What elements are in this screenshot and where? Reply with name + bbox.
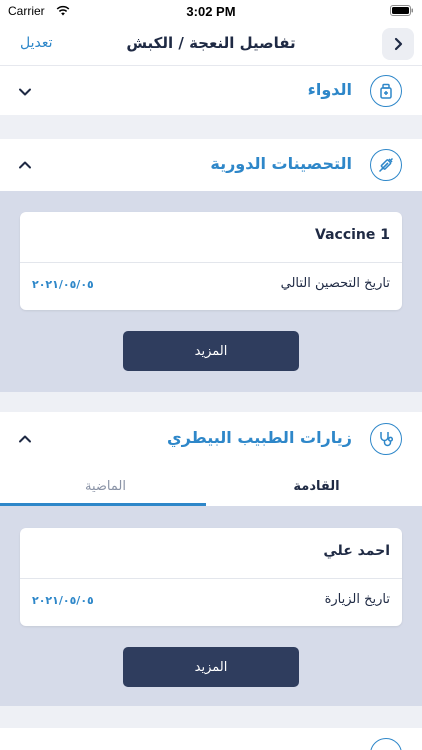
chevron-down-icon[interactable] (18, 87, 32, 97)
section-separator (0, 706, 422, 728)
chevron-right-icon (394, 37, 403, 51)
status-bar: Carrier 3:02 PM (0, 0, 422, 22)
card-divider (20, 578, 402, 579)
section-separator (0, 392, 422, 412)
next-vaccination-date: ٢٠٢١/٠٥/٠٥ (32, 278, 94, 291)
vaccinations-section-header[interactable]: التحصينات الدورية (0, 139, 422, 191)
vaccinations-section-title: التحصينات الدورية (210, 154, 352, 173)
section-icon (370, 738, 402, 750)
vaccinations-more-button[interactable]: المزيد (123, 331, 299, 371)
vet-name: احمد علي (323, 543, 390, 559)
back-button[interactable] (382, 28, 414, 60)
battery-icon (390, 5, 413, 16)
tab-upcoming[interactable]: القادمة (211, 466, 422, 506)
vet-visit-card[interactable]: احمد علي تاريخ الزيارة ٢٠٢١/٠٥/٠٥ (20, 528, 402, 626)
medicine-box-icon (370, 75, 402, 107)
visit-date: ٢٠٢١/٠٥/٠٥ (32, 594, 94, 607)
tab-past[interactable]: الماضية (0, 466, 211, 506)
vet-visits-section-header[interactable]: زيارات الطبيب البيطري (0, 412, 422, 466)
chevron-up-icon[interactable] (18, 434, 32, 444)
vet-visits-section-title: زيارات الطبيب البيطري (167, 428, 352, 447)
syringe-icon (370, 149, 402, 181)
chevron-up-icon[interactable] (18, 160, 32, 170)
medicine-section-title: الدواء (307, 80, 352, 99)
page-title: تفاصيل النعجة / الكبش (126, 34, 296, 52)
next-section-header[interactable] (0, 728, 422, 750)
vaccine-name: Vaccine 1 (315, 227, 390, 243)
card-divider (20, 262, 402, 263)
section-separator (0, 115, 422, 139)
vaccine-card[interactable]: Vaccine 1 تاريخ التحصين التالي ٢٠٢١/٠٥/٠… (20, 212, 402, 310)
medicine-section-header[interactable]: الدواء (0, 67, 422, 115)
visit-date-label: تاريخ الزيارة (324, 592, 390, 607)
stethoscope-icon (370, 423, 402, 455)
vet-visits-tabs: القادمة الماضية (0, 466, 422, 506)
vaccinations-panel: Vaccine 1 تاريخ التحصين التالي ٢٠٢١/٠٥/٠… (0, 191, 422, 392)
vet-visits-more-button[interactable]: المزيد (123, 647, 299, 687)
vet-visits-panel: احمد علي تاريخ الزيارة ٢٠٢١/٠٥/٠٥ المزيد (0, 506, 422, 706)
clock: 3:02 PM (186, 4, 236, 19)
next-vaccination-label: تاريخ التحصين التالي (280, 276, 390, 291)
navigation-bar: تعديل تفاصيل النعجة / الكبش (0, 22, 422, 66)
